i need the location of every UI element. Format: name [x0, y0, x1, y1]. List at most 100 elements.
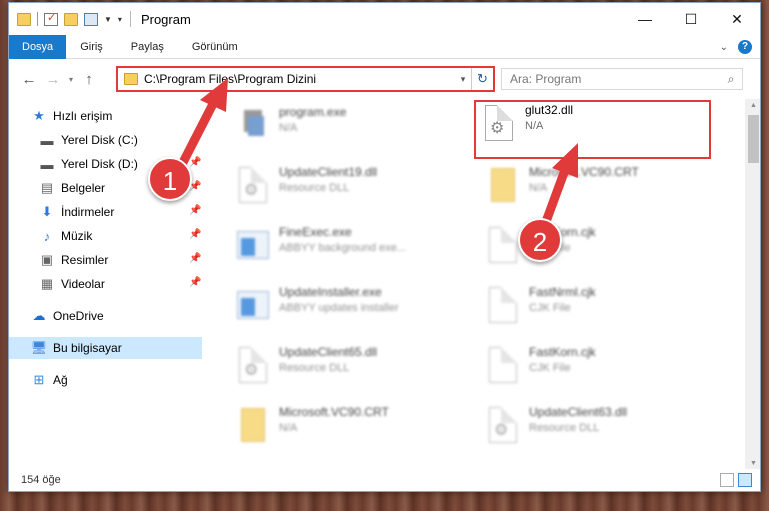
file-type: Resource DLL [279, 362, 350, 374]
file-item[interactable]: UpdateInstaller.exe ABBYY updates instal… [235, 285, 465, 335]
address-bar[interactable]: C:\Program Files\Program Dizini ▾ ↻ [116, 66, 495, 92]
file-type: N/A [529, 182, 548, 194]
tab-file[interactable]: Dosya [9, 34, 67, 59]
nav-item-videos[interactable]: ▦ Videolar 📌 [39, 273, 202, 295]
scroll-up-icon[interactable]: ▲ [745, 99, 760, 113]
window-title: Program [140, 11, 191, 27]
network-icon: ⊞ [33, 372, 45, 387]
nav-item-label: Resimler [61, 253, 109, 267]
help-icon[interactable]: ? [738, 40, 752, 54]
file-item[interactable]: ⚙ UpdateClient63.dll Resource DLL [485, 405, 715, 455]
vertical-scrollbar[interactable]: ▲ ▼ [745, 99, 760, 471]
scrollbar-thumb[interactable] [748, 115, 759, 163]
file-type: N/A [279, 422, 298, 434]
file-item[interactable]: FastNrml.cjk CJK File [485, 285, 715, 335]
file-name: FastKorn.cjk [529, 345, 596, 359]
close-button[interactable]: ✕ [714, 3, 760, 35]
nav-item-documents[interactable]: ▤ Belgeler 📌 [39, 177, 202, 199]
documents-icon: ▤ [40, 180, 54, 195]
up-arrow-icon[interactable]: ↑ [77, 71, 101, 88]
forward-arrow-icon[interactable]: → [41, 71, 65, 88]
tab-view[interactable]: Görünüm [178, 35, 252, 59]
file-name: UpdateClient19.dll [279, 165, 378, 179]
app-icon [235, 285, 271, 325]
nav-item-quick-access[interactable]: ★ Hızlı erişim [31, 105, 112, 127]
nav-item-local-disk-c[interactable]: ▬ Yerel Disk (C:) [39, 129, 138, 151]
nav-item-music[interactable]: ♪ Müzik 📌 [39, 225, 202, 247]
tab-home[interactable]: Giriş [66, 35, 117, 59]
file-item[interactable]: ⚙ UpdateClient65.dll Resource DLL [235, 345, 465, 395]
file-item[interactable]: program.exe N/A [235, 105, 465, 155]
maximize-button[interactable]: ☐ [668, 3, 714, 35]
quick-access-toolbar: ▼ ▾ [9, 11, 122, 26]
pin-icon: 📌 [189, 277, 202, 288]
pin-icon: 📌 [189, 253, 202, 264]
file-item[interactable]: FineExec.exe ABBYY background exe... [235, 225, 465, 275]
nav-item-this-pc[interactable]: 🖥 Bu bilgisayar [9, 337, 202, 359]
nav-item-network[interactable]: ⊞ Ağ [31, 369, 68, 391]
nav-item-downloads[interactable]: ⬇ İndirmeler 📌 [39, 201, 202, 223]
nav-item-pictures[interactable]: ▣ Resimler 📌 [39, 249, 202, 271]
nav-item-label: Videolar [61, 277, 105, 291]
videos-icon: ▦ [40, 276, 54, 291]
pin-icon: 📌 [189, 205, 202, 216]
pin-icon: 📌 [189, 157, 202, 168]
nav-item-label: OneDrive [53, 309, 104, 323]
file-item[interactable]: FastKorn.cjk CJK File [485, 345, 715, 395]
app-icon [235, 225, 271, 265]
folder-icon [485, 165, 521, 205]
file-item[interactable]: Microsoft.VC90.CRT N/A [485, 165, 715, 215]
drive-icon: ▬ [40, 132, 54, 148]
file-type: N/A [279, 122, 298, 134]
file-name: UpdateClient63.dll [529, 405, 628, 419]
title-divider [129, 11, 131, 27]
chevron-down-icon[interactable]: ▼ [104, 15, 112, 24]
nav-item-label: Yerel Disk (D:) [61, 157, 138, 171]
ribbon-right-controls: ⌄ ? [720, 40, 752, 54]
ribbon-tabs: Dosya Giriş Paylaş Görünüm ⌄ ? [9, 34, 760, 59]
file-type: Resource DLL [529, 422, 600, 434]
file-type: ABBYY updates installer [279, 302, 399, 314]
view-options-icon[interactable] [84, 12, 98, 26]
folder-icon [235, 405, 271, 445]
customize-toolbar-icon[interactable]: ▾ [118, 15, 122, 24]
download-icon: ⬇ [41, 204, 53, 219]
address-row: ← → ▾ ↑ C:\Program Files\Program Dizini … [9, 63, 760, 95]
search-input[interactable] [502, 72, 720, 86]
step-badge-1: 1 [148, 157, 192, 201]
star-icon: ★ [33, 108, 45, 123]
file-icon [485, 225, 521, 265]
minimize-button[interactable]: — [622, 3, 668, 35]
folder-icon [124, 73, 138, 85]
folder-icon [17, 12, 31, 26]
dll-icon: ⚙ [235, 345, 271, 385]
expand-ribbon-icon[interactable]: ⌄ [720, 42, 728, 53]
file-name: UpdateClient65.dll [279, 345, 378, 359]
nav-item-local-disk-d[interactable]: ▬ Yerel Disk (D:) 📌 [39, 153, 202, 175]
search-icon[interactable]: ⌕ [720, 72, 742, 87]
file-item[interactable]: ⚙ UpdateClient19.dll Resource DLL [235, 165, 465, 215]
file-type: CJK File [529, 302, 571, 314]
nav-item-onedrive[interactable]: ☁ OneDrive [31, 305, 104, 327]
title-bar: ▼ ▾ Program — ☐ ✕ [9, 3, 760, 35]
new-folder-icon[interactable] [64, 12, 78, 26]
file-type: CJK File [529, 362, 571, 374]
tab-share[interactable]: Paylaş [117, 35, 178, 59]
nav-item-label: Belgeler [61, 181, 106, 195]
computer-icon: 🖥 [30, 340, 48, 355]
step-badge-2: 2 [518, 218, 562, 262]
address-dropdown-icon[interactable]: ▾ [455, 74, 471, 85]
refresh-icon[interactable]: ↻ [471, 68, 493, 90]
address-path[interactable]: C:\Program Files\Program Dizini [144, 72, 455, 86]
window-controls: — ☐ ✕ [622, 3, 760, 35]
file-item[interactable]: Microsoft.VC90.CRT N/A [235, 405, 465, 455]
search-box[interactable]: ⌕ [501, 68, 743, 90]
file-name: FastNrml.cjk [529, 285, 596, 299]
properties-check-icon[interactable] [44, 11, 58, 26]
dll-icon: ⚙ [235, 165, 271, 205]
tiles-view-icon[interactable] [738, 473, 752, 487]
highlight-box [474, 100, 711, 159]
back-arrow-icon[interactable]: ← [17, 71, 41, 88]
recent-locations-dropdown-icon[interactable]: ▾ [65, 75, 77, 84]
details-view-icon[interactable] [720, 473, 734, 487]
